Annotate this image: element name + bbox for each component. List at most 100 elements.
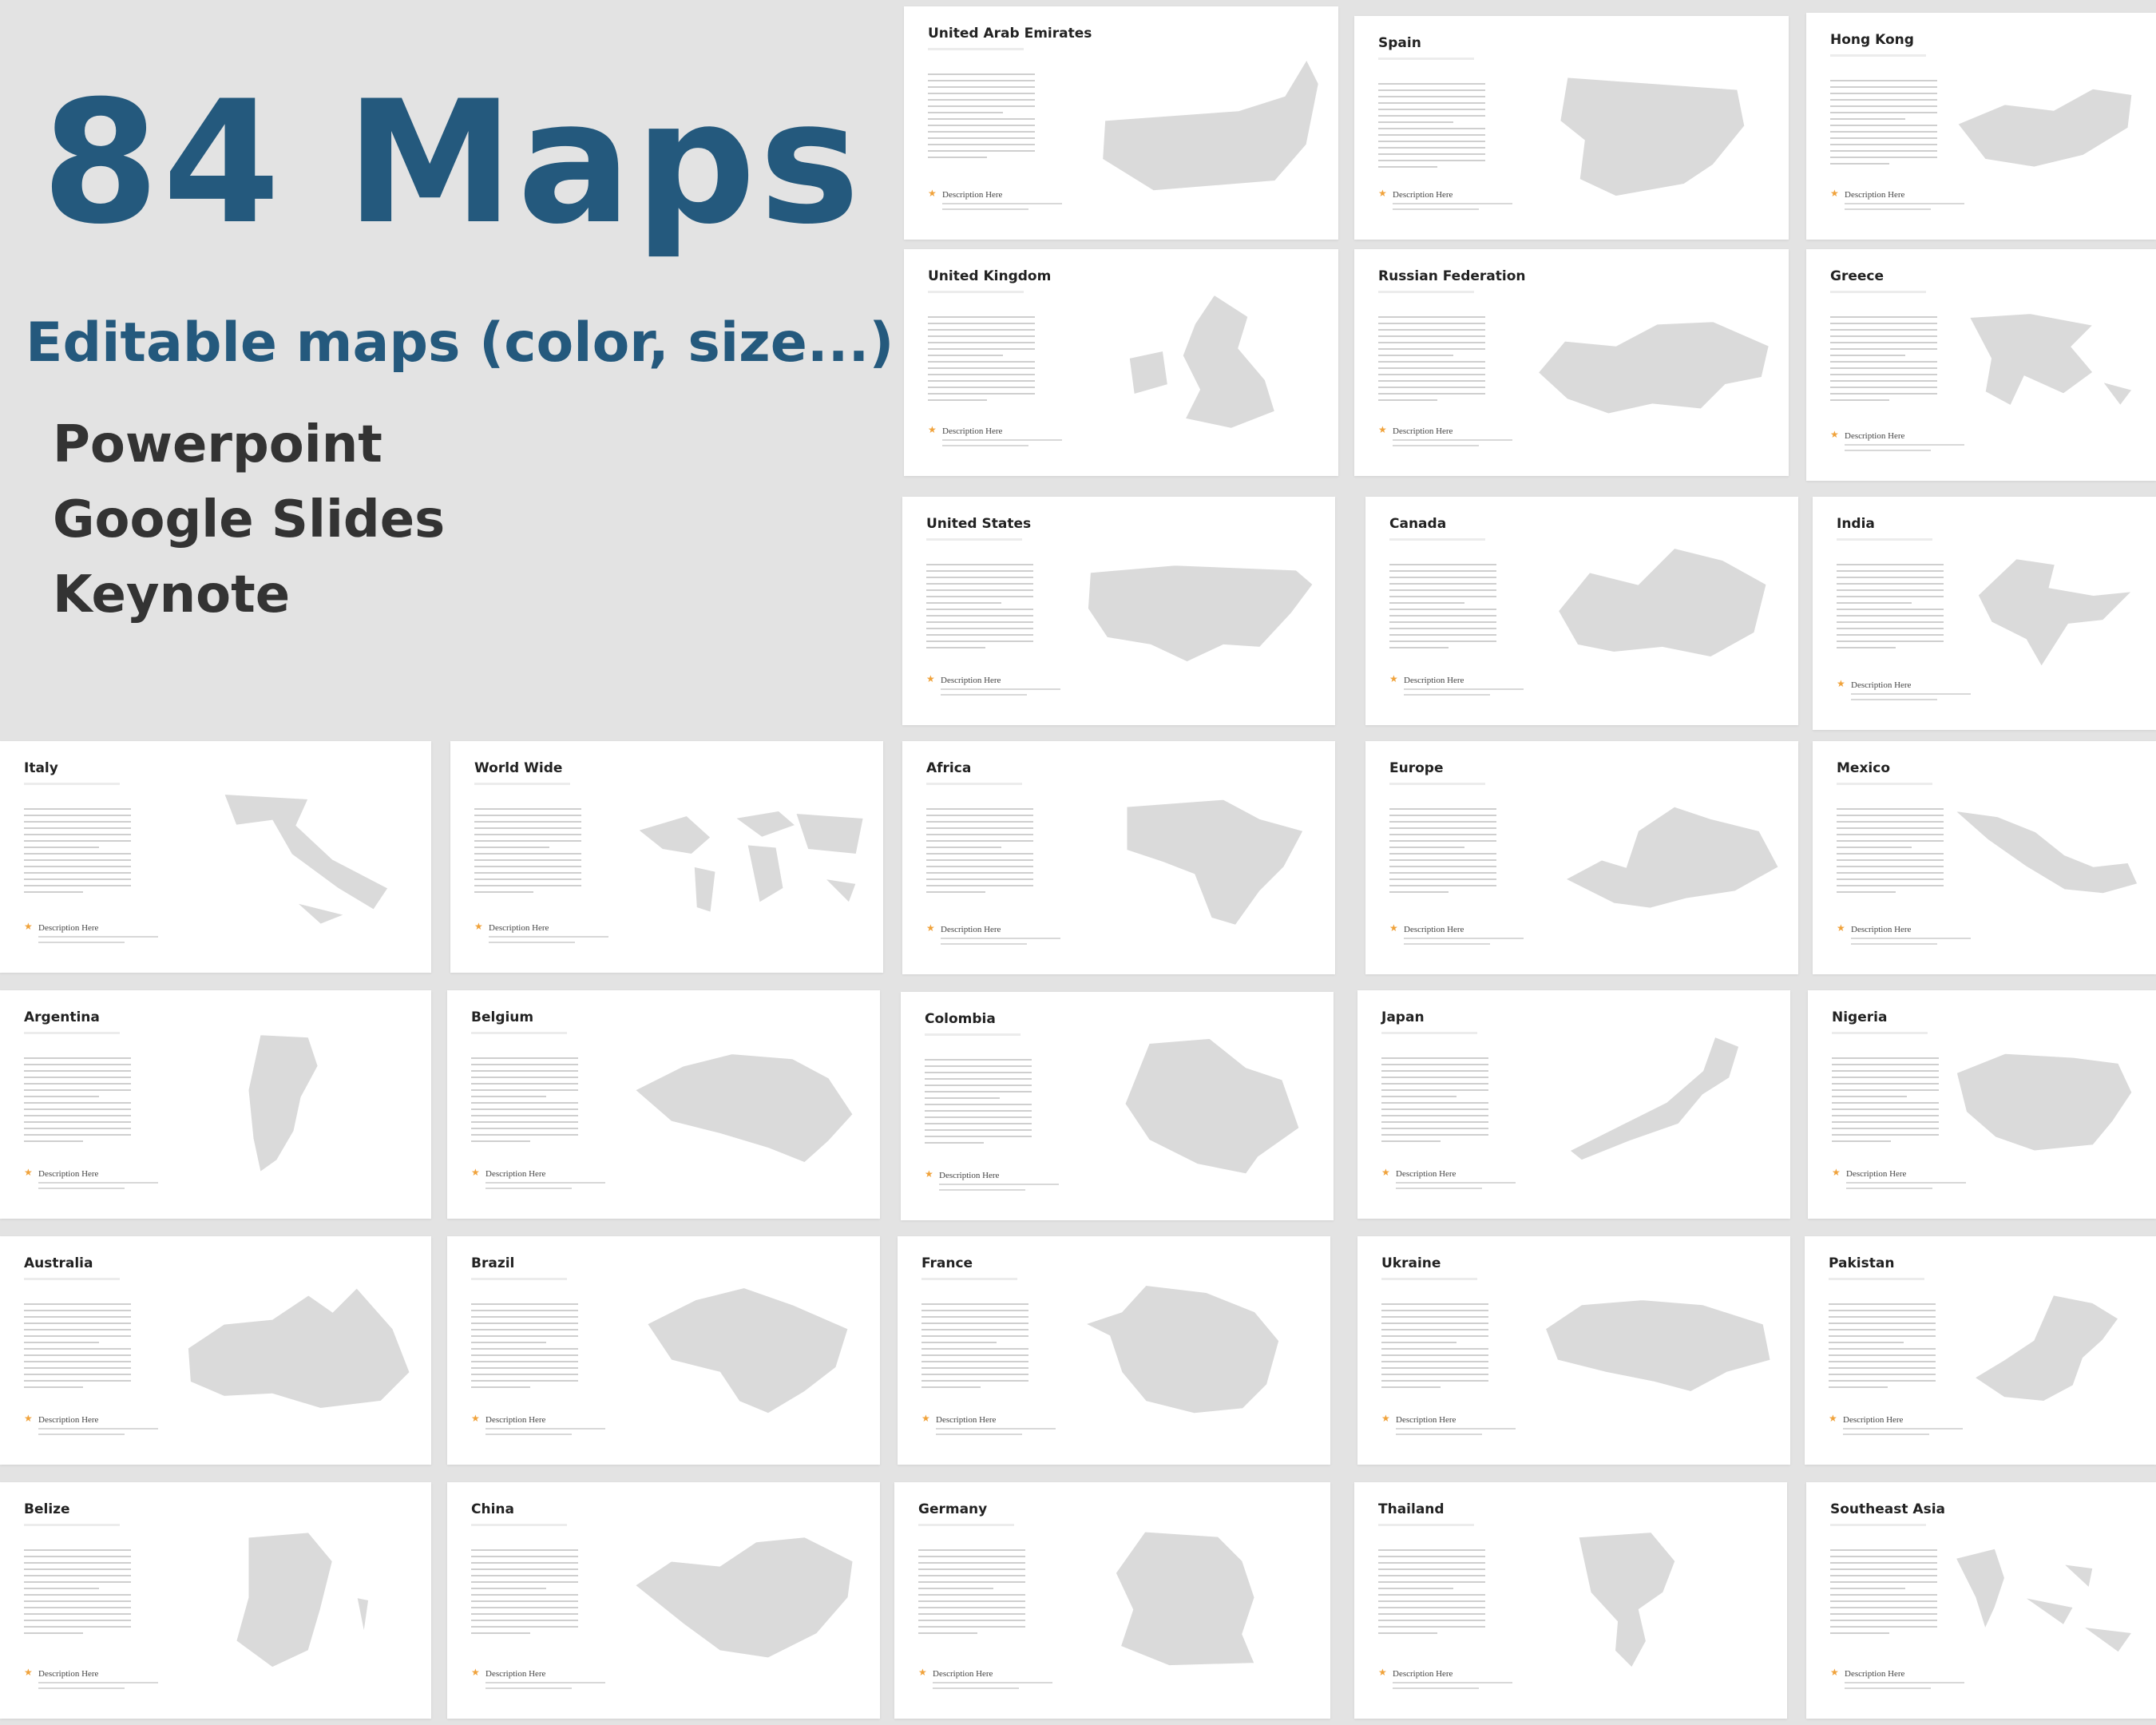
slide-card: Argentina ★ Description Here [0, 990, 431, 1219]
france-map-icon [1073, 1252, 1316, 1444]
slide-caption: Description Here [936, 1415, 997, 1425]
germany-map-icon [1072, 1498, 1316, 1697]
slide-title: Italy [24, 760, 58, 776]
slide-caption: Description Here [1393, 1669, 1453, 1679]
slide-card: Belize ★ Description Here [0, 1482, 431, 1719]
slide-title: Thailand [1378, 1501, 1445, 1517]
body-text-placeholder [471, 1057, 578, 1147]
thailand-map-icon [1530, 1498, 1773, 1697]
hong-kong-map-icon [1946, 29, 2142, 220]
map-outline [1560, 76, 1746, 197]
slide-subtitle-placeholder [921, 1278, 1017, 1280]
slide-subtitle-placeholder [926, 538, 1022, 541]
slide-caption: Description Here [1851, 680, 1912, 690]
slide-card: Germany ★ Description Here [894, 1482, 1330, 1719]
belize-map-icon [176, 1498, 417, 1697]
hero-panel: 84 Maps Editable maps (color, size...) P… [0, 0, 894, 735]
star-icon: ★ [1381, 1413, 1390, 1424]
map-outline [1544, 1299, 1772, 1393]
slide-caption: Description Here [1396, 1415, 1456, 1425]
slide-card: Japan ★ Description Here [1357, 990, 1790, 1219]
map-outline [1578, 1531, 1677, 1669]
slide-subtitle-placeholder [1837, 538, 1932, 541]
map-outline [1568, 1036, 1741, 1161]
platform-item: Keynote [53, 565, 291, 625]
slide-caption: Description Here [38, 923, 99, 933]
slide-subtitle-placeholder [918, 1524, 1014, 1526]
slide-subtitle-placeholder [474, 783, 570, 785]
india-map-icon [1949, 513, 2142, 708]
star-icon: ★ [928, 424, 937, 435]
caption-text-placeholder [1404, 688, 1524, 700]
slide-title: Spain [1378, 35, 1421, 51]
map-outline [186, 1287, 410, 1410]
slide-card: Ukraine ★ Description Here [1357, 1236, 1790, 1465]
slide-subtitle-placeholder [1389, 783, 1485, 785]
slide-title: Colombia [925, 1011, 996, 1027]
map-outline [1973, 1294, 2119, 1402]
slide-title: United Arab Emirates [928, 26, 1092, 42]
slide-card: Australia ★ Description Here [0, 1236, 431, 1465]
slide-card: United Kingdom ★ Description Here [904, 249, 1338, 476]
slide-caption: Description Here [1845, 190, 1905, 200]
slide-title: Europe [1389, 760, 1444, 776]
slide-subtitle-placeholder [1381, 1032, 1477, 1034]
map-shape [1087, 564, 1314, 663]
star-icon: ★ [471, 1167, 480, 1178]
slide-card: United States ★ Description Here [902, 497, 1335, 725]
slide-title: Belize [24, 1501, 70, 1517]
map-shape [1977, 557, 2134, 668]
slide-title: Nigeria [1832, 1009, 1888, 1025]
caption-text-placeholder [1393, 203, 1512, 214]
caption-text-placeholder [942, 203, 1062, 214]
pakistan-map-icon [1945, 1252, 2142, 1444]
body-text-placeholder [471, 1549, 578, 1639]
star-icon: ★ [925, 1168, 933, 1180]
slide-title: United States [926, 516, 1032, 532]
map-outline [1102, 58, 1320, 192]
world-map-icon [626, 757, 869, 952]
caption-text-placeholder [941, 938, 1060, 949]
slide-card: Mexico ★ Description Here [1813, 741, 2156, 974]
spain-map-icon [1531, 32, 1774, 220]
map-outline [222, 793, 389, 926]
slide-subtitle-placeholder [928, 48, 1024, 50]
body-text-placeholder [918, 1549, 1025, 1639]
body-text-placeholder [474, 808, 581, 898]
slide-title: Belgium [471, 1009, 534, 1025]
map-outline [1087, 564, 1314, 663]
map-outline [1953, 810, 2139, 894]
map-outline [1564, 806, 1780, 910]
map-shape [1537, 320, 1770, 415]
map-shape [1084, 1284, 1281, 1414]
map-shape [1955, 1548, 2133, 1653]
caption-text-placeholder [942, 439, 1062, 450]
caption-text-placeholder [1393, 439, 1512, 450]
slide-title: Hong Kong [1830, 32, 1914, 48]
southeast-asia-map-icon [1946, 1498, 2142, 1697]
slide-caption: Description Here [38, 1169, 99, 1179]
united-kingdom-map-icon [1080, 265, 1324, 456]
map-outline [1977, 557, 2134, 668]
map-outline [1115, 1530, 1256, 1667]
slide-caption: Description Here [942, 426, 1003, 436]
slide-caption: Description Here [1396, 1169, 1456, 1179]
slide-subtitle-placeholder [1378, 58, 1474, 60]
star-icon: ★ [24, 1413, 33, 1424]
slide-subtitle-placeholder [471, 1278, 567, 1280]
map-shape [1953, 810, 2139, 894]
star-icon: ★ [1832, 1167, 1841, 1178]
mexico-map-icon [1949, 757, 2142, 953]
slide-caption: Description Here [489, 923, 549, 933]
slide-title: Greece [1830, 268, 1885, 284]
slide-subtitle-placeholder [925, 1033, 1021, 1036]
star-icon: ★ [926, 922, 935, 934]
body-text-placeholder [24, 1057, 131, 1147]
platform-list: Powerpoint Google Slides Keynote [53, 407, 445, 632]
slide-caption: Description Here [933, 1669, 993, 1679]
slide-caption: Description Here [1851, 925, 1912, 934]
slide-caption: Description Here [38, 1415, 99, 1425]
slide-caption: Description Here [1404, 676, 1464, 685]
map-shape [1956, 1053, 2133, 1152]
map-shape [1560, 76, 1746, 197]
